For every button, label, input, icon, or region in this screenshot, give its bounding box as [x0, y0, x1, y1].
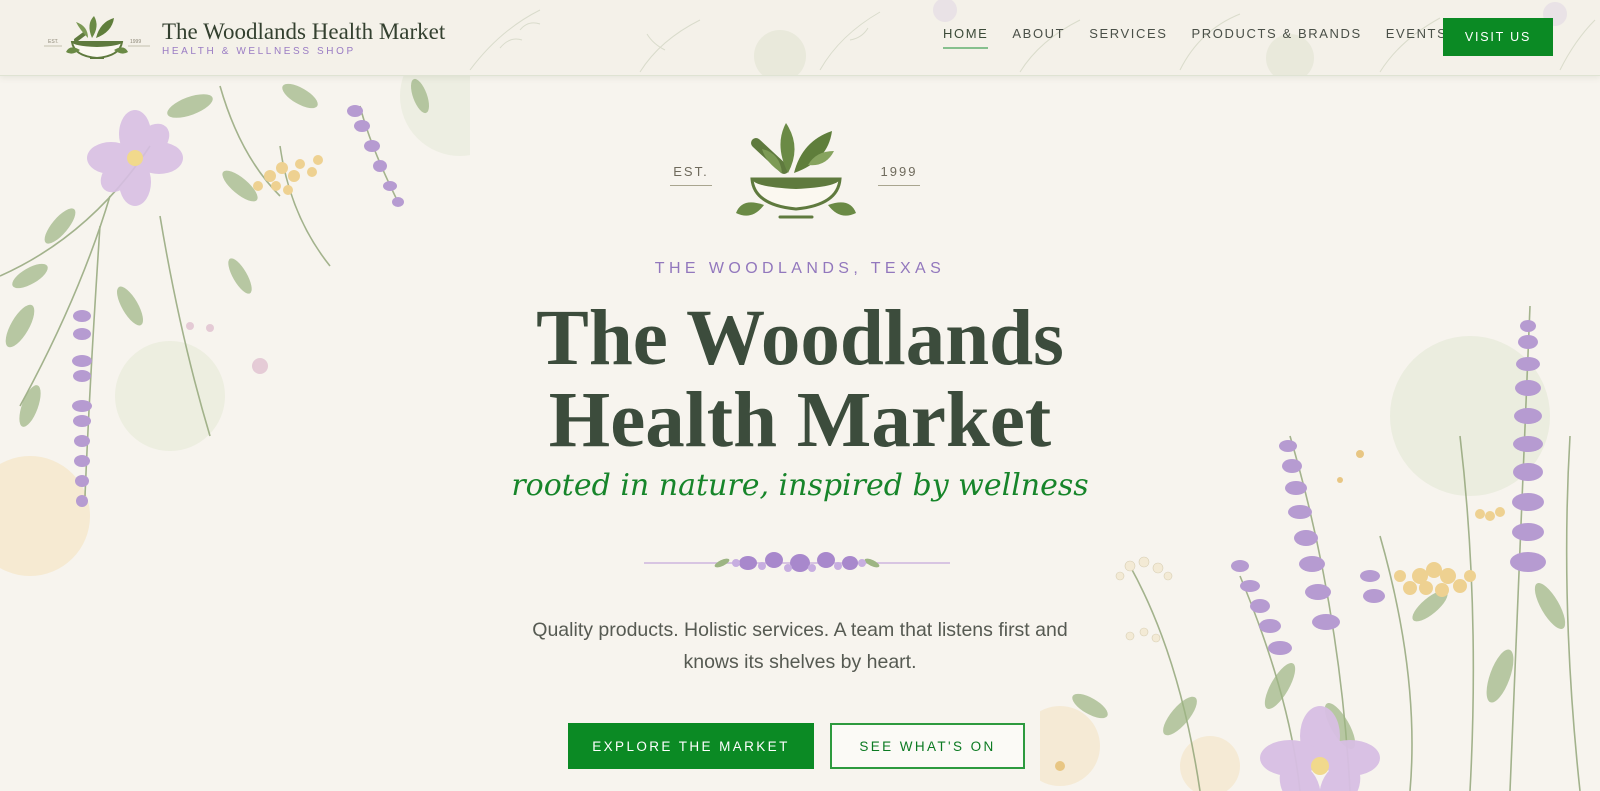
emblem-est-label: EST. [670, 164, 712, 186]
logo-year-text: 1999 [130, 39, 141, 45]
brand-logo: EST. 1999 [42, 10, 154, 66]
hero-description-line-1: Quality products. Holistic services. A t… [532, 619, 1068, 641]
lavender-divider [644, 552, 950, 572]
hero-tagline: rooted in nature, inspired by wellness [511, 468, 1089, 503]
logo-est-text: EST. [48, 39, 59, 45]
hero-description-line-2: knows its shelves by heart. [683, 651, 917, 673]
hero-emblem: EST. 1999 [664, 121, 928, 231]
mortar-pestle-icon: EST. 1999 [44, 16, 150, 60]
main-nav: HOME ABOUT SERVICES PRODUCTS & BRANDS EV… [943, 26, 1471, 49]
nav-about[interactable]: ABOUT [1012, 26, 1065, 49]
nav-home[interactable]: HOME [943, 26, 989, 49]
nav-events[interactable]: EVENTS [1386, 26, 1448, 49]
hero-title-line-1: The Woodlands [536, 295, 1064, 382]
emblem-year-label: 1999 [878, 164, 920, 186]
visit-us-button[interactable]: VISIT US [1443, 18, 1553, 56]
site-header: EST. 1999 The Woodlands Health Market HE… [0, 0, 1600, 76]
hero-location: THE WOODLANDS, TEXAS [654, 260, 946, 277]
hero-section: EST. 1999 THE WOODLANDS, TEXAS The Woodl… [0, 76, 1600, 791]
nav-products-brands[interactable]: PRODUCTS & BRANDS [1192, 26, 1362, 49]
nav-services[interactable]: SERVICES [1089, 26, 1167, 49]
brand-home-link[interactable]: EST. 1999 The Woodlands Health Market HE… [42, 10, 445, 66]
brand-name: The Woodlands Health Market [162, 19, 446, 44]
hero-description: Quality products. Holistic services. A t… [0, 614, 1600, 678]
explore-market-button[interactable]: EXPLORE THE MARKET [568, 723, 814, 769]
mortar-pestle-leaf-icon [736, 123, 856, 219]
hero-title: The Woodlands Health Market [0, 298, 1600, 462]
brand-tagline: HEALTH & WELLNESS SHOP [162, 46, 356, 57]
see-whats-on-button[interactable]: SEE WHAT'S ON [830, 723, 1025, 769]
hero-title-line-2: Health Market [548, 377, 1052, 464]
